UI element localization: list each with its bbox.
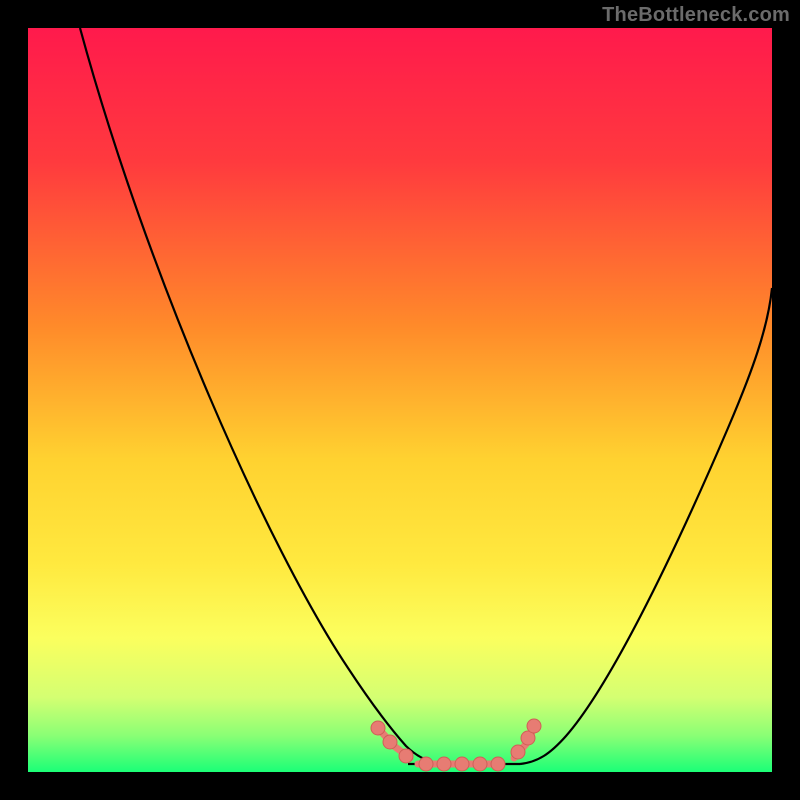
plot-area <box>28 28 772 772</box>
chart-svg <box>28 28 772 772</box>
attribution-label: TheBottleneck.com <box>602 4 790 27</box>
gradient-background <box>28 28 772 772</box>
outer-frame: TheBottleneck.com <box>0 0 800 800</box>
